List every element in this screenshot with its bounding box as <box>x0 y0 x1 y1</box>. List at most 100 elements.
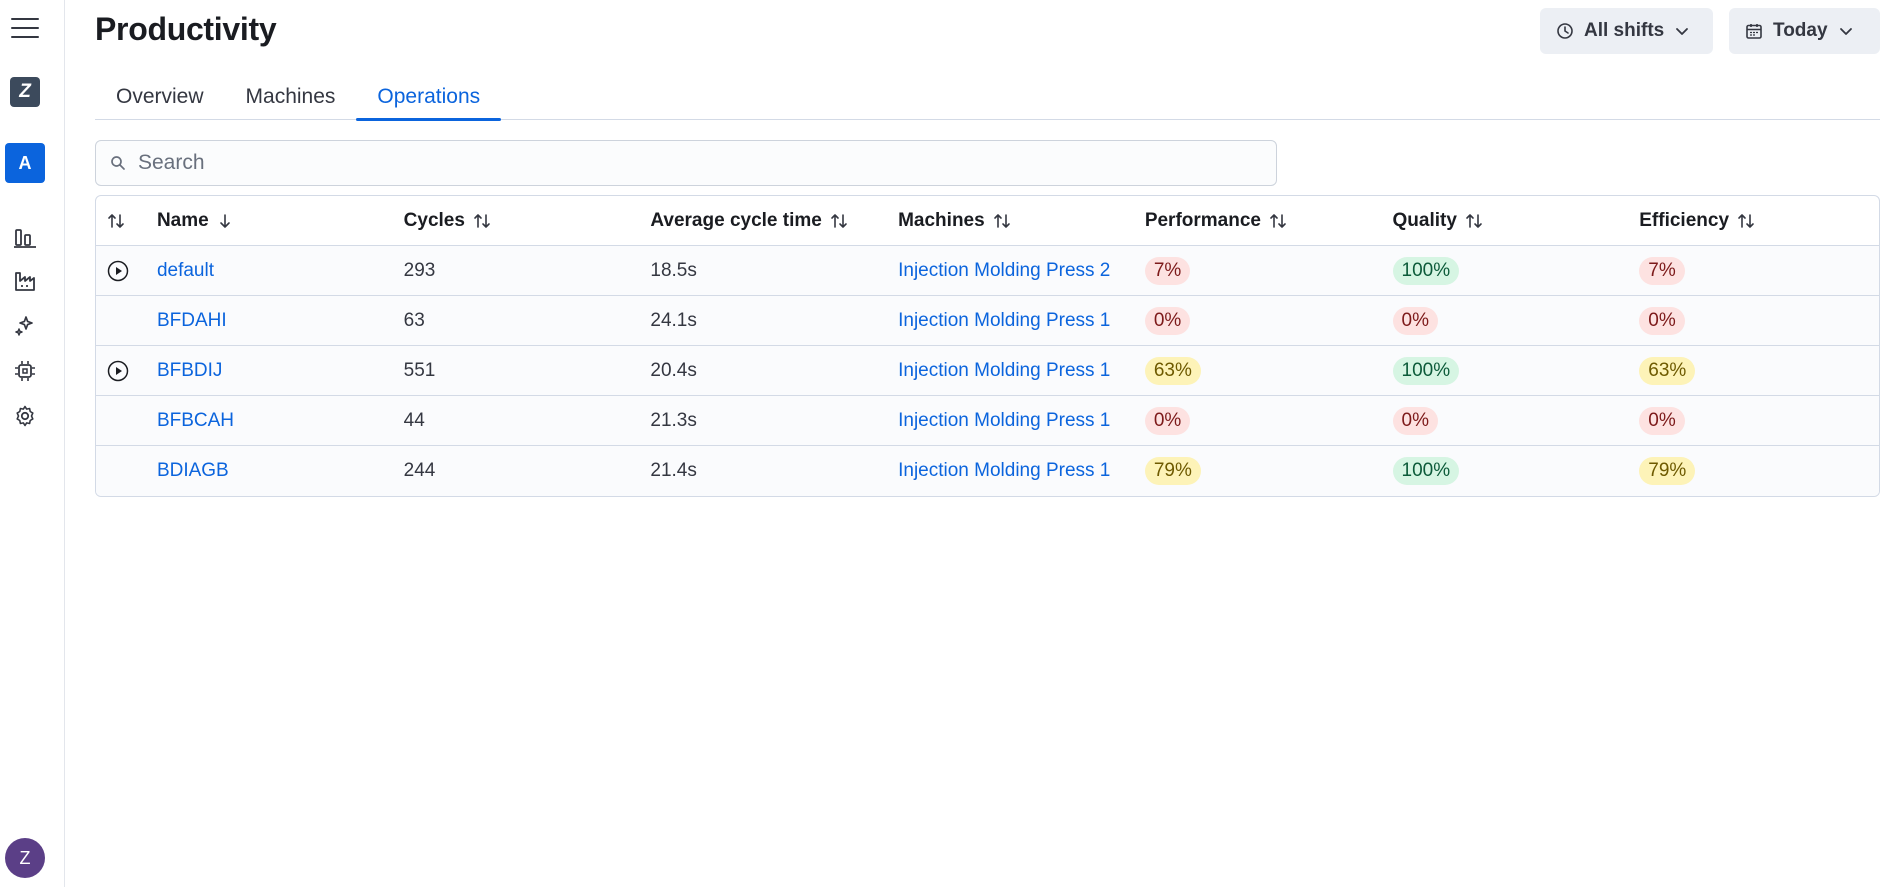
tab-overview[interactable]: Overview <box>95 74 225 120</box>
chevron-down-icon <box>1838 23 1854 39</box>
column-header-efficiency[interactable]: Efficiency <box>1639 210 1879 232</box>
column-label: Cycles <box>403 209 465 231</box>
machine-link[interactable]: Injection Molding Press 2 <box>898 260 1110 281</box>
search-box <box>95 140 1277 186</box>
operation-name-link[interactable]: default <box>157 260 214 281</box>
sidebar-item-devices[interactable] <box>0 358 50 384</box>
efficiency-badge: 7% <box>1639 256 1685 285</box>
sort-arrows-icon <box>473 212 491 230</box>
performance-badge: 0% <box>1144 406 1191 435</box>
table-row[interactable]: default 293 18.5s Injection Molding Pres… <box>96 246 1879 296</box>
quality-badge: 100% <box>1392 356 1460 385</box>
table-row[interactable]: BFDAHI 63 24.1s Injection Molding Press … <box>96 296 1879 346</box>
space-avatar: A <box>5 143 45 183</box>
cycles-value: 44 <box>403 409 425 431</box>
performance-badge: 0% <box>1144 306 1191 335</box>
user-avatar: Z <box>5 838 45 878</box>
sidebar-item-dashboards[interactable] <box>0 224 50 250</box>
shifts-dropdown[interactable]: All shifts <box>1540 8 1713 54</box>
space-switcher[interactable]: A <box>0 143 50 183</box>
table-header-row: Name Cycles Average cycle time Machines … <box>96 196 1879 246</box>
play-circle-icon[interactable] <box>107 260 129 282</box>
column-header-name[interactable]: Name <box>157 210 404 232</box>
column-label: Performance <box>1144 209 1261 231</box>
date-range-dropdown[interactable]: Today <box>1729 8 1880 54</box>
efficiency-badge: 0% <box>1639 306 1685 335</box>
quality-badge: 0% <box>1392 406 1438 435</box>
cycles-value: 244 <box>403 460 436 481</box>
sort-down-arrow-icon <box>217 212 233 230</box>
page-title: Productivity <box>95 11 277 47</box>
table-row[interactable]: BFBCAH 44 21.3s Injection Molding Press … <box>96 396 1879 446</box>
machine-link[interactable]: Injection Molding Press 1 <box>898 460 1110 481</box>
sidebar-item-ai[interactable] <box>0 313 50 339</box>
factory-icon <box>13 269 37 293</box>
performance-badge: 79% <box>1144 457 1201 485</box>
sort-arrows-icon <box>1465 212 1483 230</box>
quality-badge: 100% <box>1392 457 1460 485</box>
chevron-down-icon <box>1674 23 1690 39</box>
search-icon <box>110 155 126 171</box>
operation-name-link[interactable]: BFBDIJ <box>157 360 222 381</box>
column-header-machines[interactable]: Machines <box>898 210 1145 232</box>
column-label: Quality <box>1392 209 1457 231</box>
avg-cycle-time-value: 20.4s <box>650 359 697 381</box>
quality-badge: 100% <box>1392 256 1460 285</box>
efficiency-badge: 63% <box>1639 356 1696 385</box>
app-logo[interactable]: Z <box>0 76 50 108</box>
column-header-cycles[interactable]: Cycles <box>404 210 651 232</box>
cycles-value: 63 <box>403 309 425 331</box>
clock-icon <box>1556 22 1574 40</box>
menu-button[interactable] <box>0 14 50 42</box>
efficiency-badge: 0% <box>1639 406 1685 435</box>
search-input[interactable] <box>138 151 1262 175</box>
sort-all-button[interactable] <box>96 212 157 230</box>
column-label: Efficiency <box>1639 209 1730 231</box>
performance-badge: 7% <box>1144 256 1191 285</box>
operations-table: Name Cycles Average cycle time Machines … <box>95 195 1880 497</box>
tab-operations[interactable]: Operations <box>356 74 501 121</box>
sidebar-item-settings[interactable] <box>0 403 50 429</box>
quality-badge: 0% <box>1392 306 1438 335</box>
machine-link[interactable]: Injection Molding Press 1 <box>898 410 1110 431</box>
sidebar: Z A Z <box>0 0 65 887</box>
sidebar-item-factory[interactable] <box>0 268 50 294</box>
efficiency-badge: 79% <box>1639 457 1696 485</box>
table-body: default 293 18.5s Injection Molding Pres… <box>96 246 1879 496</box>
table-row[interactable]: BFBDIJ 551 20.4s Injection Molding Press… <box>96 346 1879 396</box>
tab-machines[interactable]: Machines <box>225 74 357 120</box>
avg-cycle-time-value: 18.5s <box>650 259 697 281</box>
gear-icon <box>13 404 37 428</box>
performance-badge: 63% <box>1144 356 1201 385</box>
column-header-avg-cycle-time[interactable]: Average cycle time <box>650 210 898 232</box>
table-row[interactable]: BDIAGB 244 21.4s Injection Molding Press… <box>96 446 1879 496</box>
machine-link[interactable]: Injection Molding Press 1 <box>898 360 1110 381</box>
avg-cycle-time-value: 21.3s <box>650 409 697 431</box>
calendar-icon <box>1745 22 1763 40</box>
user-menu[interactable]: Z <box>0 838 50 878</box>
hamburger-menu-icon <box>11 17 39 39</box>
operation-name-link[interactable]: BFDAHI <box>157 310 227 331</box>
cycles-value: 551 <box>403 359 436 381</box>
sort-arrows-icon <box>993 212 1011 230</box>
bar-chart-icon <box>13 226 37 248</box>
avg-cycle-time-value: 24.1s <box>650 309 697 331</box>
machine-link[interactable]: Injection Molding Press 1 <box>898 310 1110 331</box>
sort-arrows-icon <box>107 212 125 230</box>
sort-arrows-icon <box>1269 212 1287 230</box>
date-label: Today <box>1773 20 1828 41</box>
column-label: Machines <box>898 209 985 231</box>
column-label: Average cycle time <box>650 209 822 231</box>
play-circle-icon[interactable] <box>107 360 129 382</box>
column-header-performance[interactable]: Performance <box>1145 210 1393 232</box>
logo-mark: Z <box>10 77 40 107</box>
avg-cycle-time-value: 21.4s <box>650 460 697 481</box>
chip-icon <box>13 359 37 383</box>
operation-name-link[interactable]: BFBCAH <box>157 410 234 431</box>
sort-arrows-icon <box>830 212 848 230</box>
sparkles-icon <box>13 314 37 338</box>
column-header-quality[interactable]: Quality <box>1393 210 1640 232</box>
tab-bar: Overview Machines Operations <box>95 74 1880 121</box>
cycles-value: 293 <box>403 259 436 281</box>
operation-name-link[interactable]: BDIAGB <box>157 460 229 481</box>
